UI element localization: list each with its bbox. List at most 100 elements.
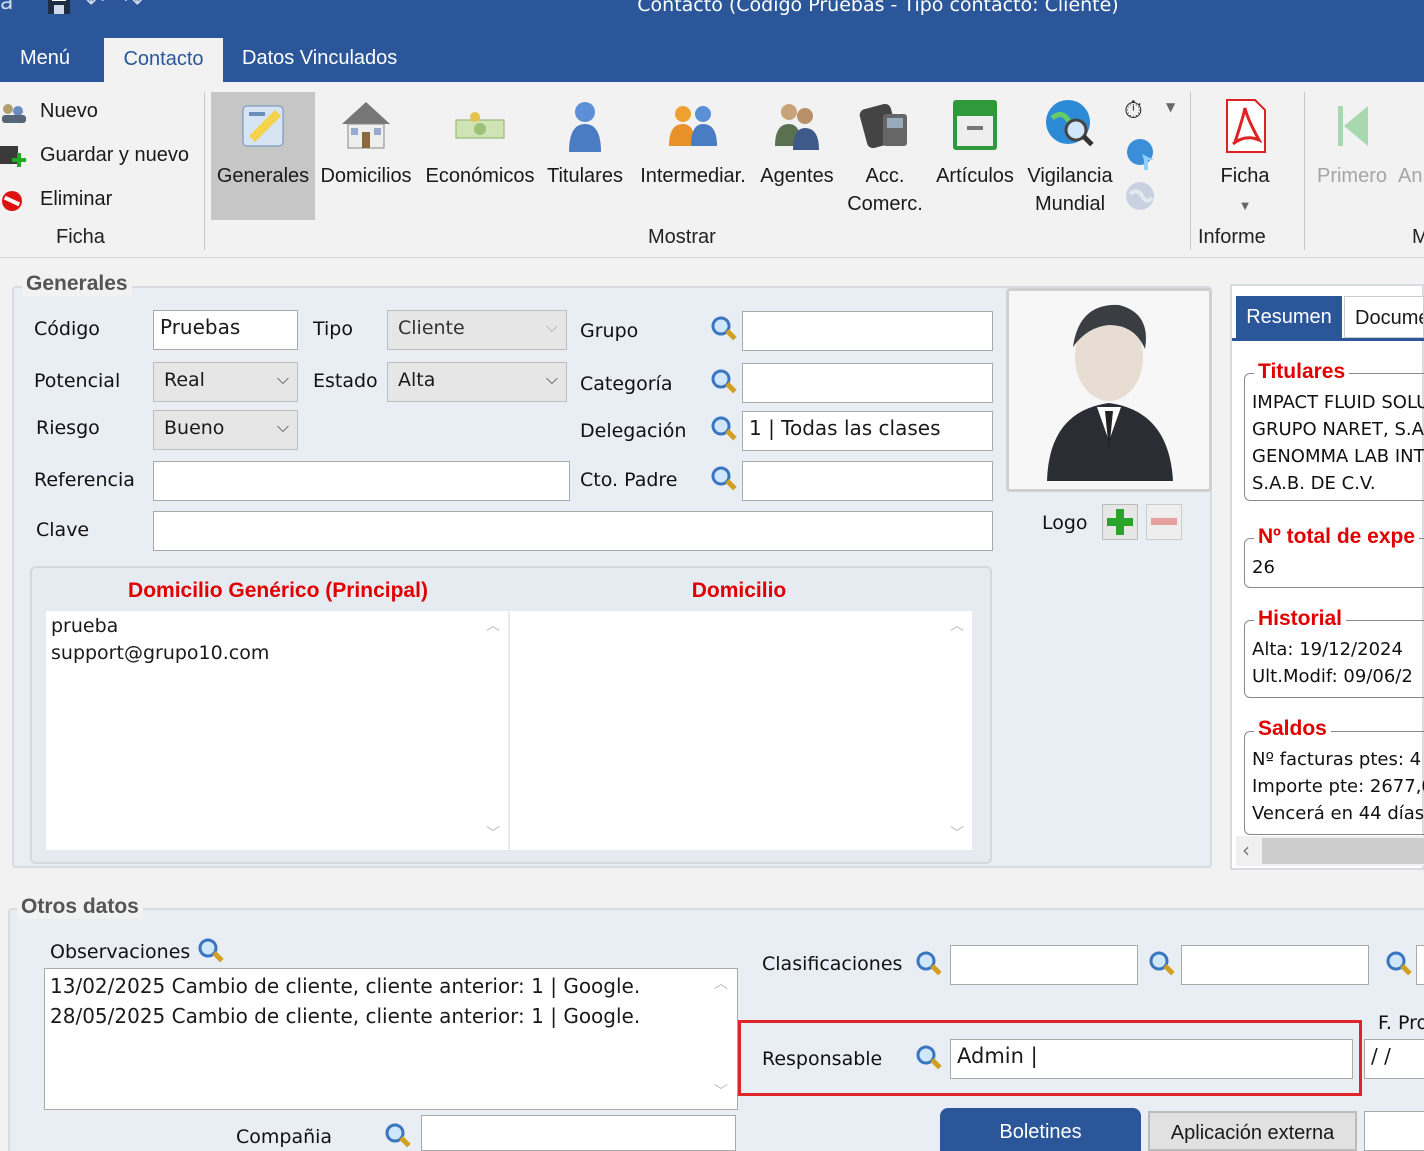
- titular-line: GRUPO NARET, S.A.: [1252, 419, 1424, 440]
- domicilio-text[interactable]: [510, 611, 942, 850]
- estado-select[interactable]: Alta ⌵: [387, 362, 567, 402]
- agentes-button[interactable]: Agentes: [756, 92, 838, 220]
- search-icon[interactable]: [1147, 949, 1177, 979]
- riesgo-label: Riesgo: [36, 417, 100, 439]
- delegacion-input[interactable]: 1 | Todas las clases: [742, 411, 993, 451]
- contact-photo[interactable]: [1006, 288, 1212, 492]
- responsable-input[interactable]: Admin |: [950, 1039, 1353, 1079]
- scroll-thumb[interactable]: [1262, 838, 1424, 864]
- group-ficha: Ficha: [56, 226, 105, 248]
- search-icon[interactable]: [196, 936, 226, 966]
- horizontal-scrollbar[interactable]: ‹: [1236, 836, 1424, 866]
- delete-icon: [0, 190, 28, 212]
- timer-button[interactable]: ⏱ ▼: [1124, 96, 1180, 124]
- total-expedientes-value: 26: [1252, 557, 1275, 578]
- domicilios-button[interactable]: Domicilios: [318, 92, 414, 220]
- scrollbar[interactable]: ︿ ﹀: [478, 611, 508, 850]
- scroll-down-icon: ﹀: [714, 1084, 728, 1100]
- domicilio-generico-text[interactable]: prueba support@grupo10.com: [46, 611, 478, 850]
- remove-logo-button[interactable]: [1146, 504, 1182, 540]
- nuevo-button[interactable]: Nuevo: [0, 98, 200, 128]
- search-icon[interactable]: [709, 367, 739, 397]
- separator: [1304, 92, 1305, 250]
- economicos-button[interactable]: Económicos: [424, 92, 536, 220]
- titulares-title: Titulares: [1254, 360, 1350, 384]
- f-pro-label: F. Pro: [1378, 1012, 1424, 1034]
- chevron-down-icon: ⌵: [276, 369, 289, 388]
- scrollbar[interactable]: ︿ ﹀: [942, 611, 972, 850]
- observaciones-text[interactable]: 13/02/2025 Cambio de cliente, cliente an…: [44, 968, 738, 1110]
- titulares-button[interactable]: Titulares: [544, 92, 626, 220]
- first-record-icon: [1324, 96, 1380, 154]
- codigo-label: Código: [34, 318, 100, 340]
- compania-input[interactable]: [421, 1115, 736, 1151]
- anterior-button[interactable]: An: [1398, 92, 1424, 220]
- new-contact-icon: [0, 102, 28, 124]
- cto-padre-input[interactable]: [742, 461, 993, 501]
- avatar-icon: [1047, 304, 1173, 481]
- titular-line: GENOMMA LAB INT: [1252, 446, 1424, 467]
- scroll-left-icon: ‹: [1242, 838, 1250, 862]
- group-navegacion: M: [1412, 226, 1424, 248]
- plus-icon: [1107, 509, 1133, 535]
- eliminar-button[interactable]: Eliminar: [0, 186, 200, 216]
- group-mostrar: Mostrar: [648, 226, 716, 248]
- search-icon[interactable]: [709, 414, 739, 444]
- categoria-input[interactable]: [742, 363, 993, 403]
- ult-modif-date: Ult.Modif: 09/06/2: [1252, 666, 1413, 687]
- globe-arrow-button[interactable]: [1124, 136, 1158, 170]
- potencial-select[interactable]: Real ⌵: [153, 362, 298, 402]
- search-icon[interactable]: [914, 949, 944, 979]
- tipo-label: Tipo: [313, 318, 353, 340]
- tab-menu[interactable]: Menú: [20, 47, 70, 73]
- search-icon[interactable]: [914, 1043, 944, 1073]
- domicilio-generico-title: Domicilio Genérico (Principal): [128, 579, 428, 602]
- pdf-icon: [1217, 96, 1273, 154]
- vigilancia-mundial-button[interactable]: Vigilancia Mundial: [1024, 92, 1116, 220]
- clasificaciones-label: Clasificaciones: [762, 953, 903, 975]
- clave-input[interactable]: [153, 511, 993, 551]
- boletines-button[interactable]: Boletines: [940, 1108, 1141, 1151]
- add-logo-button[interactable]: [1102, 504, 1138, 540]
- clasificacion-2-input[interactable]: [1181, 945, 1369, 985]
- primero-button[interactable]: Primero: [1312, 92, 1392, 220]
- referencia-input[interactable]: [153, 461, 570, 501]
- grupo-input[interactable]: [742, 311, 993, 351]
- categoria-label: Categoría: [580, 373, 673, 395]
- tab-contacto[interactable]: Contacto: [104, 38, 223, 83]
- otros-datos-title: Otros datos: [17, 895, 143, 919]
- search-icon[interactable]: [383, 1121, 413, 1151]
- generales-icon: [235, 96, 291, 154]
- vencimiento: Vencerá en 44 días: [1252, 803, 1424, 824]
- codigo-input[interactable]: Pruebas: [153, 310, 298, 350]
- tab-datos-vinculados[interactable]: Datos Vinculados: [242, 47, 397, 73]
- fecha-input[interactable]: / /: [1364, 1039, 1424, 1079]
- tab-documentos[interactable]: Docume: [1344, 296, 1424, 338]
- search-icon[interactable]: [1384, 949, 1414, 979]
- aplicacion-externa-button[interactable]: Aplicación externa: [1148, 1111, 1357, 1151]
- extra-input[interactable]: [1364, 1111, 1424, 1151]
- ficha-informe-button[interactable]: Ficha ▼: [1200, 92, 1290, 220]
- clave-label: Clave: [36, 519, 90, 541]
- clasificacion-3-input[interactable]: [1416, 945, 1424, 985]
- tipo-select[interactable]: Cliente ⌵: [387, 310, 567, 350]
- historial-title: Historial: [1254, 607, 1347, 631]
- referencia-label: Referencia: [34, 469, 135, 491]
- potencial-label: Potencial: [34, 370, 121, 392]
- search-icon[interactable]: [709, 314, 739, 344]
- riesgo-select[interactable]: Bueno ⌵: [153, 410, 298, 450]
- scroll-up-icon: ︿: [486, 618, 500, 634]
- search-icon[interactable]: [709, 464, 739, 494]
- acc-comerc-button[interactable]: Acc. Comerc.: [845, 92, 925, 220]
- intermediar-button[interactable]: Intermediar.: [636, 92, 750, 220]
- guardar-y-nuevo-button[interactable]: Guardar y nuevo: [0, 142, 200, 172]
- chevron-down-icon: ▼: [1238, 198, 1252, 213]
- clasificacion-1-input[interactable]: [950, 945, 1138, 985]
- save-new-icon: [0, 146, 28, 168]
- responsable-label: Responsable: [762, 1048, 883, 1070]
- tab-underline: [1232, 338, 1424, 341]
- tab-resumen[interactable]: Resumen: [1236, 296, 1342, 338]
- articulos-button[interactable]: Artículos: [932, 92, 1018, 220]
- generales-button[interactable]: Generales: [211, 92, 315, 220]
- cto-padre-label: Cto. Padre: [580, 469, 678, 491]
